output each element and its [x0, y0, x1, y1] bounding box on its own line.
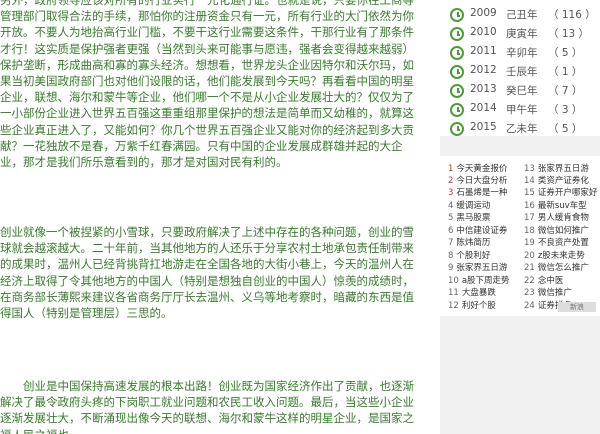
archive-item[interactable]: 2014 甲午年 （ 3 ） [450, 101, 600, 119]
hot-item[interactable]: 3 石墨烯是一种 [448, 186, 522, 198]
sidebar: 2009 己丑年 （ 116 ） 2010 庚寅年 （ 13 ） 2011 辛卯… [440, 0, 600, 434]
archive-item[interactable]: 2010 庚寅年 （ 13 ） [450, 25, 600, 43]
archive-item[interactable]: 2012 壬辰年 （ 1 ） [450, 63, 600, 81]
hot-item[interactable]: 10 a股下周走势 [448, 274, 522, 286]
sina-badge[interactable]: 新浪 [558, 302, 596, 312]
hot-item[interactable]: 7 陈炜简历 [448, 236, 522, 248]
archive-item[interactable]: 2011 辛卯年 （ 5 ） [450, 44, 600, 62]
hot-item[interactable]: 22 念中医 [524, 274, 598, 286]
hot-item[interactable]: 6 中信建设证券 [448, 224, 522, 236]
clock-icon [450, 65, 464, 79]
hot-item[interactable]: 9 张家界五日游 [448, 261, 522, 273]
hot-item[interactable]: 11 大盘暴跌 [448, 286, 522, 298]
hot-item[interactable]: 23 微信推广 [524, 286, 598, 298]
hot-item[interactable]: 16 最新suv车型 [524, 199, 598, 211]
clock-icon [450, 8, 464, 22]
article-content: 另外，政府领导应该对所有的行业实行一元化通行证。也就是说，只要你在工商等管理部门… [0, 0, 428, 434]
archive-item[interactable]: 2015 乙未年 （ 5 ） [450, 120, 600, 138]
hot-item[interactable]: 5 黑马股票 [448, 211, 522, 223]
article-paragraph: 创业就像一个被捏紧的小雪球，只要政府解决了上述中存在的各种问题，创业的雪球就会越… [0, 225, 414, 321]
archive-item[interactable]: 2013 癸巳年 （ 7 ） [450, 82, 600, 100]
hot-item[interactable]: 2 今日大盘分析 [448, 174, 522, 186]
clock-icon [450, 122, 464, 136]
clock-icon [450, 103, 464, 117]
article-paragraph: 创业是中国保持高速发展的根本出路！创业既为国家经济作出了贡献，也逐渐解决了最令政… [0, 379, 414, 434]
hot-item[interactable]: 12 利好个股 [448, 299, 522, 311]
year-archive: 2009 己丑年 （ 116 ） 2010 庚寅年 （ 13 ） 2011 辛卯… [440, 0, 600, 136]
hot-item[interactable]: 21 微信怎么推广 [524, 261, 598, 273]
hot-item[interactable]: 18 微信如何推广 [524, 224, 598, 236]
hot-search-list: 1 今天黄金报价 2 今日大盘分析 3 石墨烯是一种 4 缓调运动 5 黑马股票 6 中信建… [440, 156, 600, 316]
hot-item[interactable]: 20 z股未来走势 [524, 249, 598, 261]
clock-icon [450, 84, 464, 98]
hot-item[interactable]: 13 张家界五日游 [524, 162, 598, 174]
archive-item[interactable]: 2009 己丑年 （ 116 ） [450, 6, 600, 24]
hot-item[interactable]: 4 缓调运动 [448, 199, 522, 211]
article-paragraph: 另外，政府领导应该对所有的行业实行一元化通行证。也就是说，只要你在工商等管理部门… [0, 0, 414, 170]
hot-item[interactable]: 14 类资产证券化 [524, 174, 598, 186]
hot-item[interactable]: 17 男人缓肯食物 [524, 211, 598, 223]
hot-item[interactable]: 19 不良资产处置 [524, 236, 598, 248]
hot-item[interactable]: 1 今天黄金报价 [448, 162, 522, 174]
clock-icon [450, 27, 464, 41]
clock-icon [450, 46, 464, 60]
hot-item[interactable]: 8 个股利好 [448, 249, 522, 261]
hot-item[interactable]: 15 证券开户哪家好 [524, 186, 598, 198]
